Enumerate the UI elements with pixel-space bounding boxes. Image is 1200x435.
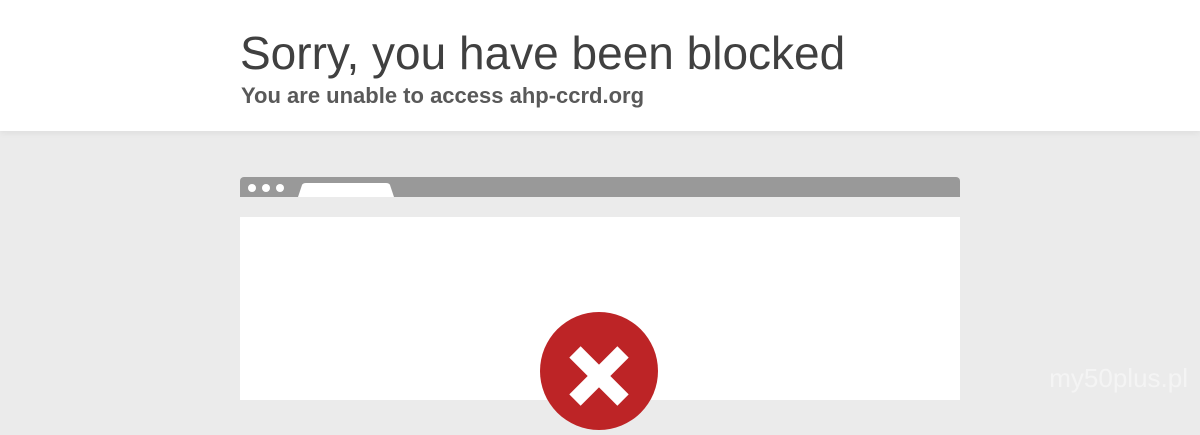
window-dot-icon — [276, 184, 284, 192]
page-subtitle: You are unable to access ahp-ccrd.org — [241, 82, 644, 110]
window-dot-icon — [248, 184, 256, 192]
browser-tab-icon — [298, 183, 394, 197]
header: Sorry, you have been blocked You are una… — [0, 0, 1200, 131]
page-title: Sorry, you have been blocked — [240, 26, 845, 80]
browser-content — [240, 217, 960, 400]
browser-title-bar — [240, 177, 960, 197]
error-x-icon — [540, 312, 658, 430]
window-dot-icon — [262, 184, 270, 192]
browser-window-icon — [240, 177, 960, 400]
watermark: my50plus.pl — [1049, 363, 1188, 394]
